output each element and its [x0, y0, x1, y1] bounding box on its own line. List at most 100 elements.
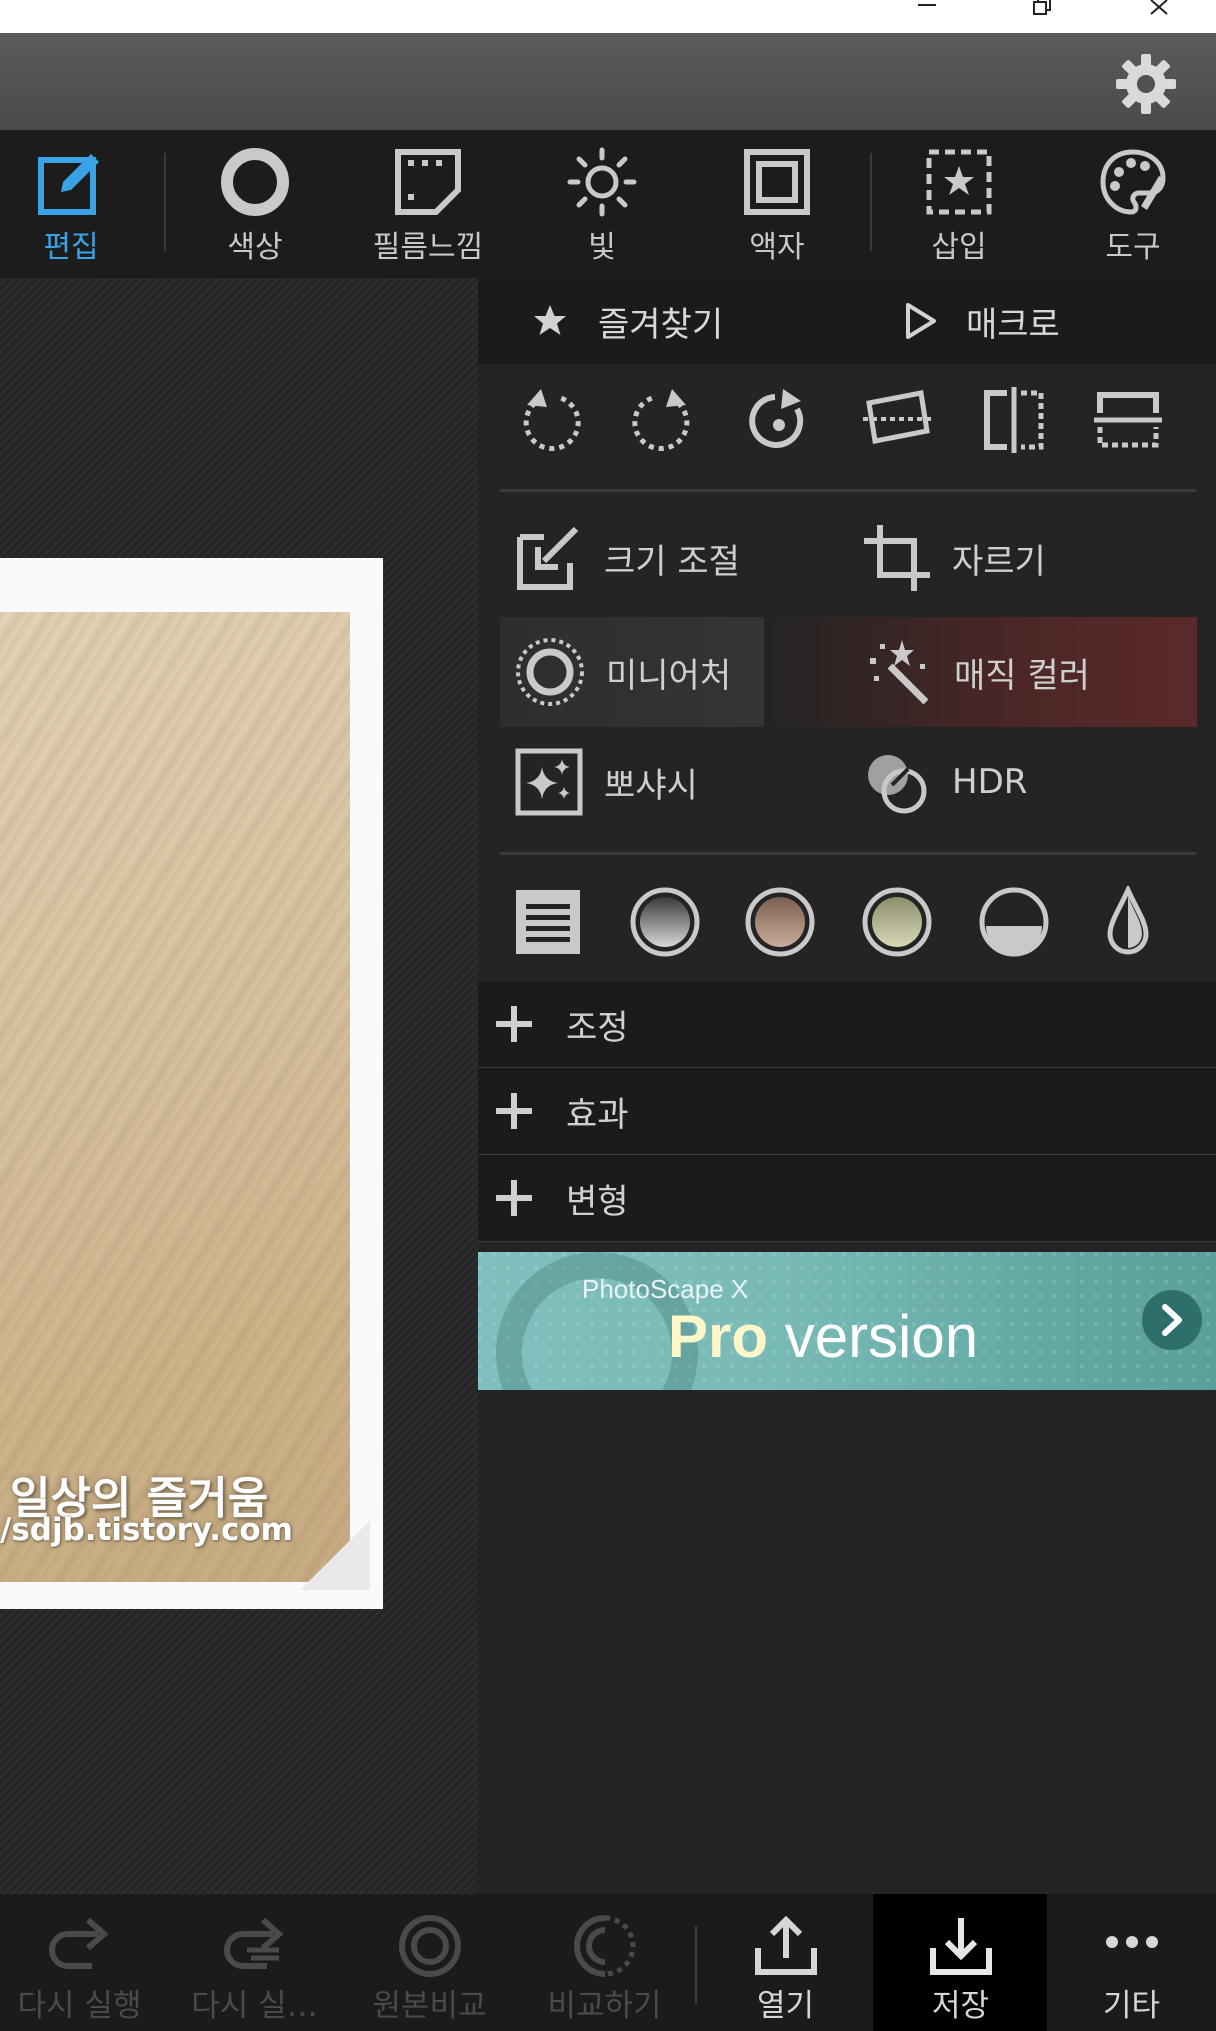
tab-color[interactable]: 색상 — [180, 130, 330, 278]
minimize-icon — [918, 4, 936, 6]
chevron-right-icon — [1162, 1304, 1182, 1336]
frame-icon — [744, 149, 810, 215]
section-label: 변형 — [566, 1181, 629, 1222]
bottom-label: 비교하기 — [547, 1988, 662, 2024]
circle-icon — [221, 148, 289, 216]
bottom-label: 다시 실… — [191, 1988, 318, 2024]
bottom-label: 원본비교 — [372, 1988, 487, 2024]
rotate-right-button[interactable] — [625, 380, 705, 460]
edit-icon — [38, 154, 99, 215]
app-header — [0, 33, 1216, 130]
macro-label: 매크로 — [966, 304, 1060, 345]
plus-icon — [496, 1093, 532, 1129]
tab-tools[interactable]: 도구 — [1058, 130, 1208, 278]
bloom-sparkle-icon — [515, 748, 583, 816]
promo-arrow-button[interactable] — [1142, 1290, 1202, 1350]
flip-horizontal-button[interactable] — [974, 380, 1054, 460]
settings-button[interactable] — [1114, 52, 1182, 120]
promo-product-name: PhotoScape X — [582, 1274, 749, 1304]
resize-icon — [517, 526, 579, 590]
tool-label: HDR — [952, 762, 1028, 802]
save-button[interactable]: 저장 — [873, 1894, 1048, 2031]
tab-film[interactable]: 필름느낌 — [353, 130, 503, 278]
tab-label: 삽입 — [931, 230, 987, 265]
section-transform[interactable]: 변형 — [478, 1155, 1216, 1242]
star-icon — [534, 305, 566, 335]
close-button[interactable] — [1129, 0, 1189, 33]
hdr-icon — [868, 755, 927, 814]
download-icon — [929, 1918, 992, 1975]
tab-light[interactable]: 빛 — [527, 130, 677, 278]
compare-original-icon — [398, 1915, 461, 1977]
free-rotate-button[interactable] — [740, 380, 820, 460]
pro-version-banner[interactable]: PhotoScape X Pro version — [478, 1252, 1216, 1390]
tool-label: 크기 조절 — [604, 541, 740, 582]
insert-star-icon — [926, 149, 992, 215]
redo-all-button[interactable]: 다시 실… — [167, 1894, 342, 2031]
half-tone-icon — [979, 887, 1049, 957]
promo-pro-text: Pro — [668, 1303, 769, 1370]
photo-image — [0, 612, 350, 1582]
sepia-filter-button[interactable] — [740, 882, 820, 962]
plus-icon — [496, 1180, 532, 1216]
restore-button[interactable] — [1011, 0, 1071, 33]
tab-insert[interactable]: 삽입 — [884, 130, 1034, 278]
more-button[interactable]: 기타 — [1044, 1894, 1216, 2031]
gear-icon — [1116, 54, 1176, 114]
section-label: 효과 — [566, 1094, 629, 1135]
section-effects[interactable]: 효과 — [478, 1068, 1216, 1155]
gray-filter-button[interactable] — [625, 882, 705, 962]
bottom-label: 저장 — [931, 1988, 990, 2024]
tab-frame[interactable]: 액자 — [702, 130, 852, 278]
miniature-button[interactable]: 미니어처 — [514, 617, 731, 727]
straighten-button[interactable] — [857, 380, 937, 460]
plus-icon — [496, 1006, 532, 1042]
redo-all-icon — [223, 1917, 284, 1969]
filter-list-button[interactable] — [508, 882, 588, 962]
rotate-left-icon — [523, 389, 581, 452]
miniature-icon — [516, 638, 584, 706]
palette-icon — [1100, 149, 1166, 215]
magic-color-button[interactable]: 매직 컬러 — [862, 617, 1090, 727]
sepia-filter-icon — [745, 887, 815, 957]
favorites-button[interactable]: 즐겨찾기 — [530, 278, 723, 364]
hdr-button[interactable]: HDR — [862, 727, 1027, 837]
tab-label: 편집 — [43, 230, 99, 265]
more-dots-icon — [1105, 1936, 1158, 1948]
flip-vertical-icon — [1094, 392, 1162, 448]
section-label: 조정 — [566, 1007, 629, 1048]
crop-button[interactable]: 자르기 — [862, 503, 1046, 613]
compare-button[interactable]: 비교하기 — [517, 1894, 692, 2031]
tool-label: 미니어처 — [606, 655, 732, 696]
tab-label: 색상 — [227, 230, 283, 265]
play-icon — [906, 303, 936, 339]
bloom-button[interactable]: 뽀샤시 — [514, 727, 698, 837]
redo-icon — [48, 1917, 109, 1969]
favorites-label: 즐겨찾기 — [598, 304, 724, 345]
bottom-separator — [695, 1926, 697, 2004]
tab-edit[interactable]: 편집 — [0, 130, 146, 278]
flip-vertical-button[interactable] — [1088, 380, 1168, 460]
magic-wand-icon — [870, 640, 929, 705]
list-icon — [516, 890, 580, 954]
promo-version-text: version — [768, 1303, 979, 1370]
restore-icon — [1033, 0, 1051, 15]
upload-icon — [754, 1915, 817, 1975]
drop-filter-button[interactable] — [1088, 882, 1168, 962]
tool-label: 매직 컬러 — [954, 655, 1090, 696]
macro-button[interactable]: 매크로 — [902, 278, 1060, 364]
resize-button[interactable]: 크기 조절 — [514, 503, 740, 613]
compare-original-button[interactable]: 원본비교 — [342, 1894, 517, 2031]
rotate-left-button[interactable] — [508, 380, 588, 460]
olive-filter-button[interactable] — [857, 882, 937, 962]
redo-button[interactable]: 다시 실행 — [0, 1894, 167, 2031]
minimize-button[interactable] — [897, 0, 957, 33]
film-icon — [395, 149, 461, 215]
tab-label: 액자 — [749, 230, 805, 265]
gray-filter-icon — [630, 887, 700, 957]
tab-label: 빛 — [588, 230, 616, 265]
section-adjust[interactable]: 조정 — [478, 981, 1216, 1068]
half-tone-button[interactable] — [974, 882, 1054, 962]
sun-icon — [567, 147, 637, 217]
open-button[interactable]: 열기 — [698, 1894, 873, 2031]
